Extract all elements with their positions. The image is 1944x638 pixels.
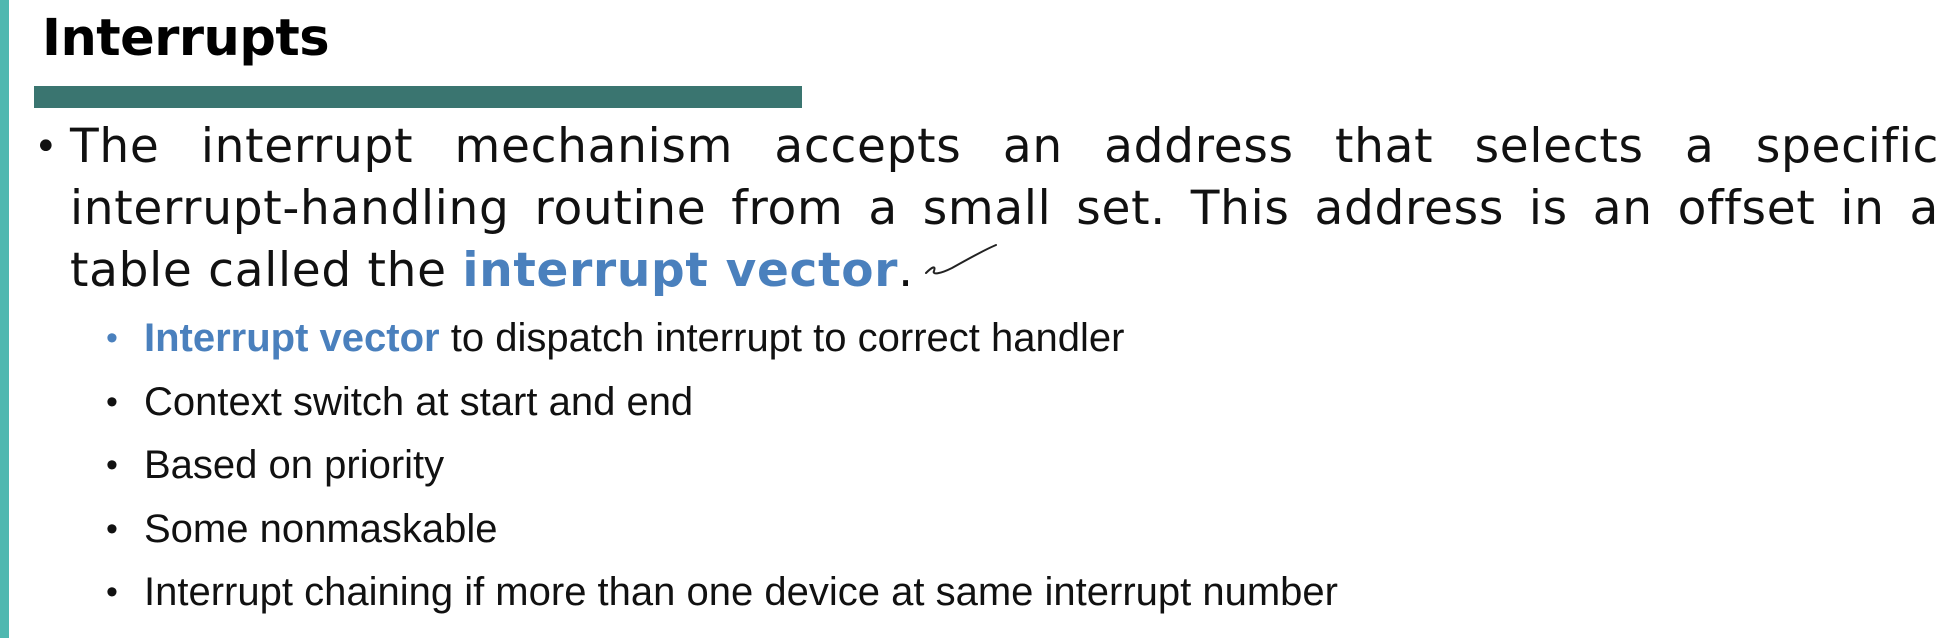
left-accent-bar [0, 0, 9, 638]
bullet-marker: • [106, 446, 118, 484]
main-text-period: . [898, 243, 914, 298]
title-underline-bar [34, 86, 802, 108]
bullet-marker: • [106, 319, 118, 357]
list-item-body: to dispatch interrupt to correct handler [450, 316, 1125, 360]
list-item-text: Context switch at start and end [144, 379, 694, 424]
list-item-text: Interrupt vector to dispatch interrupt t… [144, 316, 1124, 360]
list-item: • Interrupt chaining if more than one de… [106, 565, 1338, 629]
slide-title: Interrupts [42, 9, 330, 68]
slide: Interrupts • The interrupt mechanism acc… [0, 0, 1944, 638]
list-item: • Context switch at start and end [106, 375, 1338, 439]
list-item-text: Interrupt chaining if more than one devi… [144, 570, 1338, 614]
sub-bullet-list: • Interrupt vector to dispatch interrupt… [106, 311, 1338, 629]
bullet-marker: • [106, 573, 118, 611]
list-item-text: Based on priority [144, 443, 445, 487]
main-text-body: The interrupt mechanism accepts an addre… [70, 119, 1939, 298]
main-bullet-text: The interrupt mechanism accepts an addre… [70, 116, 1939, 305]
bullet-marker: • [34, 124, 58, 170]
interrupt-vector-term: Interrupt vector [144, 316, 440, 360]
bullet-marker: • [106, 382, 118, 421]
list-item: • Based on priority [106, 438, 1338, 502]
interrupt-vector-term: interrupt vector [462, 243, 899, 298]
list-item: • Some nonmaskable [106, 502, 1338, 566]
list-item-text: Some nonmaskable [144, 506, 498, 551]
handwritten-checkmark-icon [922, 235, 1000, 297]
bullet-marker: • [106, 509, 118, 548]
list-item: • Interrupt vector to dispatch interrupt… [106, 311, 1338, 375]
main-bullet-point: • The interrupt mechanism accepts an add… [34, 116, 1939, 305]
